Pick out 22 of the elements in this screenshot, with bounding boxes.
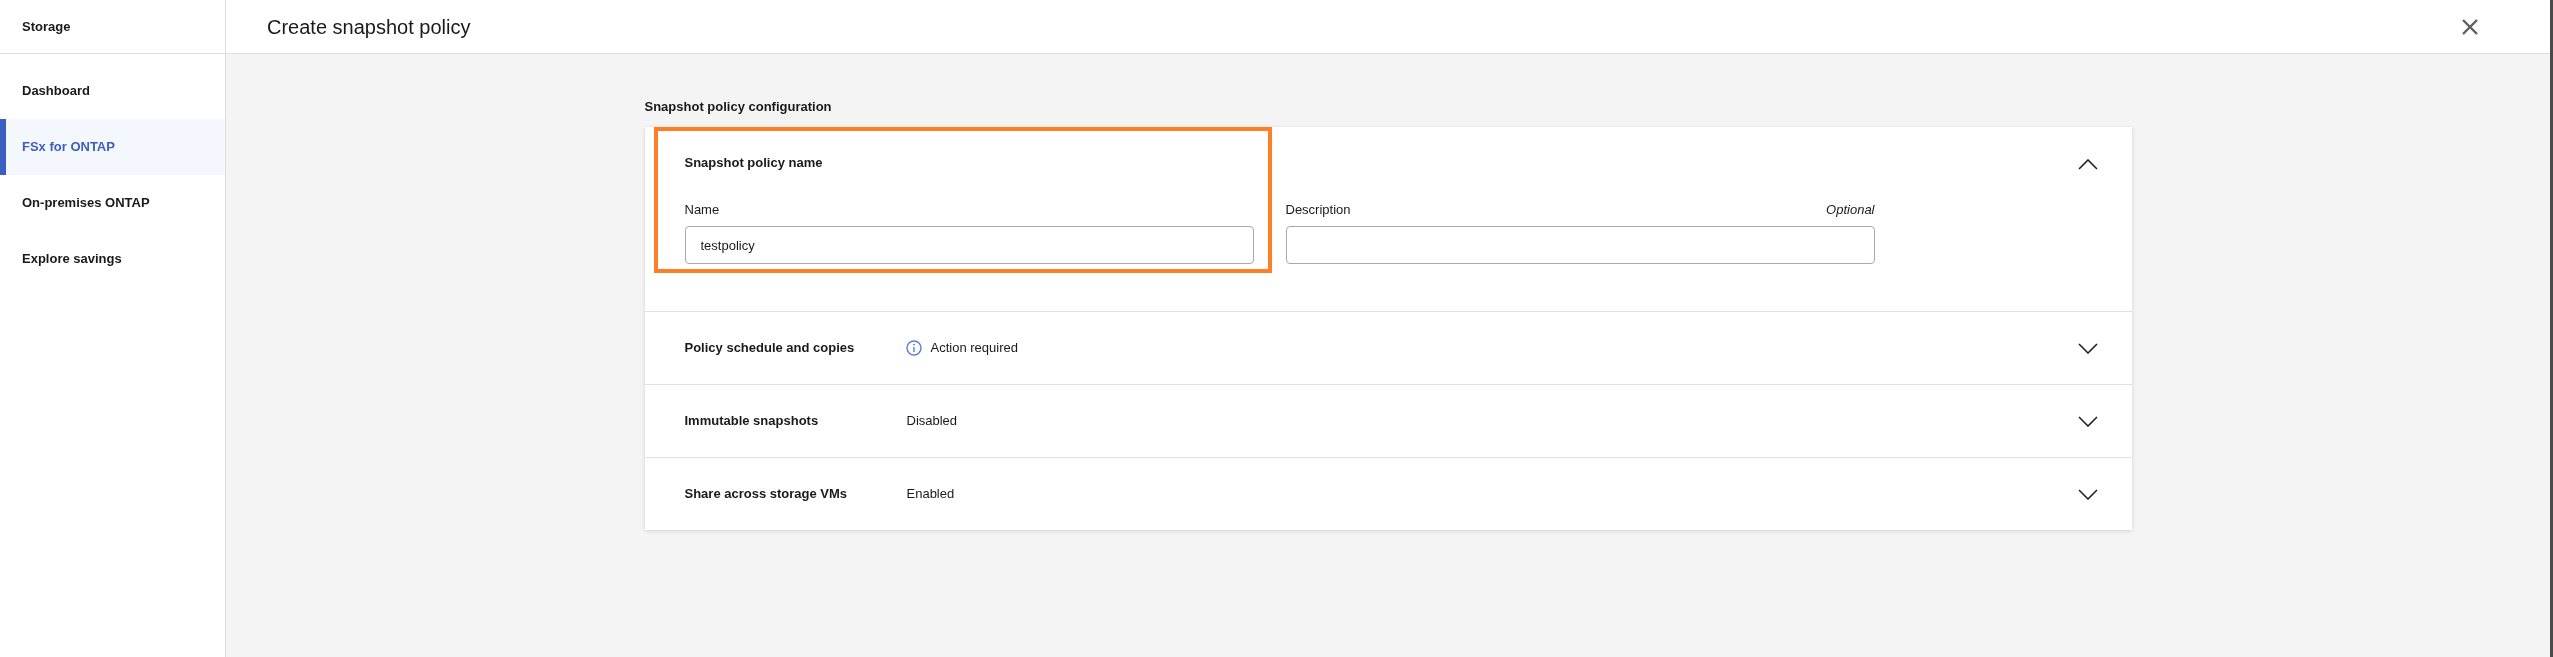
nav-item[interactable]: Explore savings (0, 231, 225, 287)
status-text: Action required (930, 339, 1018, 358)
section-label: Snapshot policy configuration (644, 99, 833, 115)
status-text: Enabled (906, 485, 955, 504)
page-title: Create snapshot policy (267, 14, 472, 40)
text-field[interactable] (1285, 226, 1875, 264)
status-text: Disabled (906, 412, 958, 431)
section-title: Share across storage VMs (684, 485, 849, 504)
section-title: Snapshot policy name (684, 155, 824, 171)
optional-hint: Optional (1826, 202, 1875, 218)
close-button[interactable] (2461, 17, 2479, 36)
section-title: Immutable snapshots (684, 412, 820, 431)
field-label: Name (684, 202, 720, 218)
nav-item[interactable]: Dashboard (0, 63, 225, 119)
nav-item[interactable]: On-premises ONTAP (0, 175, 225, 231)
field-label: Description (1285, 202, 1351, 218)
sidebar-title: Storage (22, 17, 71, 36)
nav-item[interactable]: FSx for ONTAP (0, 119, 225, 175)
section-title: Policy schedule and copies (684, 339, 856, 358)
text-field[interactable]: testpolicy (684, 226, 1254, 264)
info-icon (905, 340, 922, 356)
close-icon (2461, 17, 2479, 36)
